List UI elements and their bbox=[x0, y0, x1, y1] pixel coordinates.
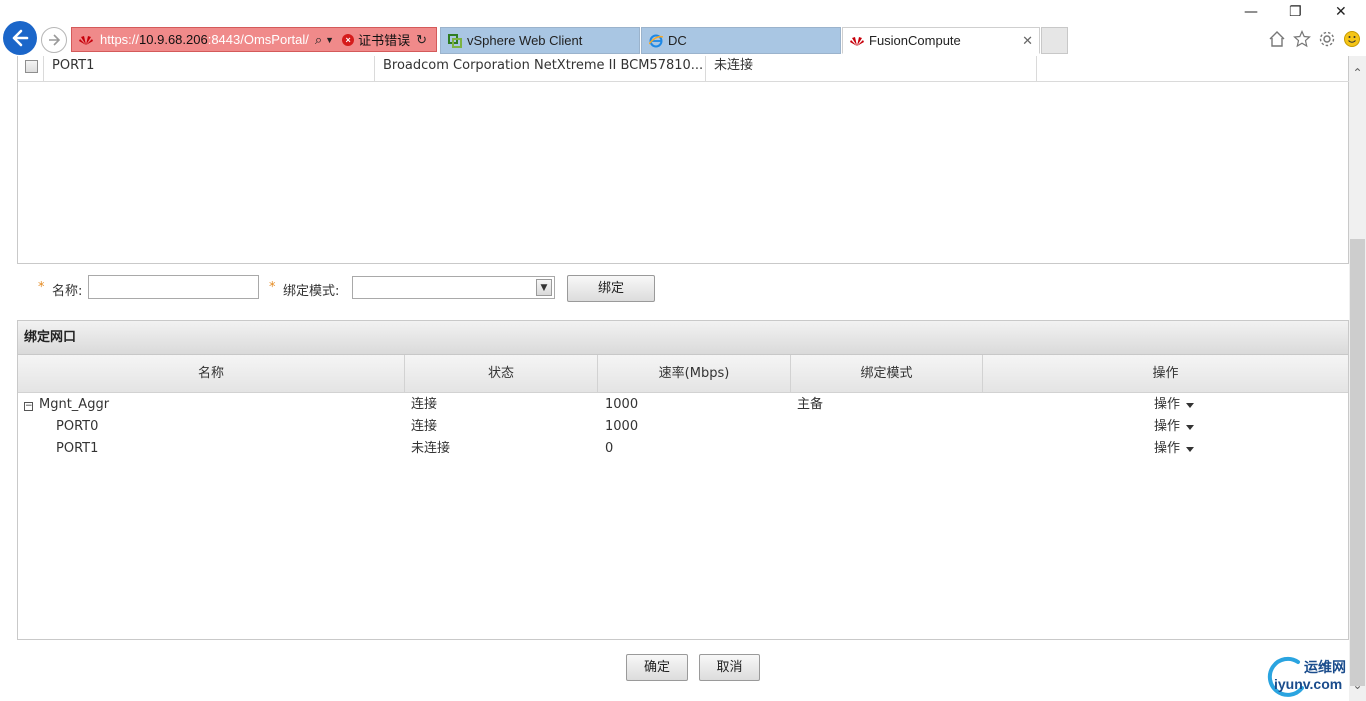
row-name: PORT1 bbox=[56, 441, 99, 456]
bind-mode-select[interactable]: ▼ bbox=[352, 276, 555, 299]
star-icon[interactable] bbox=[1292, 29, 1311, 48]
action-dropdown[interactable]: 操作 bbox=[1154, 416, 1195, 438]
port-name: PORT1 bbox=[44, 56, 375, 82]
vertical-scrollbar[interactable]: ⌃ ⌄ bbox=[1349, 56, 1366, 701]
action-dropdown[interactable]: 操作 bbox=[1154, 438, 1195, 460]
row-status: 连接 bbox=[411, 419, 438, 434]
bind-form: * 名称: * 绑定模式: ▼ 绑定 bbox=[17, 270, 1349, 306]
huawei-icon bbox=[849, 33, 865, 49]
column-header-bind-mode[interactable]: 绑定模式 bbox=[791, 355, 983, 393]
minimize-icon[interactable]: — bbox=[1244, 4, 1258, 20]
tab-vsphere[interactable]: vSphere Web Client bbox=[440, 27, 640, 54]
huawei-icon bbox=[76, 33, 96, 47]
panel-title: 绑定网口 bbox=[18, 321, 1348, 355]
watermark-logo: 运维网 iyunv.com bbox=[1262, 654, 1362, 698]
home-icon[interactable] bbox=[1267, 29, 1286, 48]
port-grid: PORT1 Broadcom Corporation NetXtreme II … bbox=[17, 56, 1349, 264]
arrow-left-icon bbox=[12, 29, 29, 47]
caret-down-icon bbox=[1186, 402, 1195, 408]
watermark-text: 运维网 bbox=[1304, 660, 1346, 676]
smiley-icon[interactable] bbox=[1342, 29, 1361, 48]
column-header-status[interactable]: 状态 bbox=[405, 355, 598, 393]
port-description: Broadcom Corporation NetXtreme II BCM578… bbox=[375, 56, 706, 82]
row-bind-mode: 主备 bbox=[797, 397, 824, 412]
chevron-down-icon[interactable]: ▼ bbox=[536, 279, 552, 296]
url-text: https://10.9.68.206:8443/OmsPortal/ bbox=[100, 32, 309, 47]
caret-down-icon bbox=[1186, 424, 1195, 430]
cert-error-badge[interactable]: × 证书错误 bbox=[342, 30, 410, 49]
refresh-icon[interactable]: ↻ bbox=[416, 32, 427, 48]
arrow-right-icon bbox=[49, 34, 61, 46]
tab-dc[interactable]: DC bbox=[641, 27, 841, 54]
watermark-url: iyunv.com bbox=[1274, 676, 1343, 692]
required-mark: * bbox=[38, 280, 45, 295]
address-bar[interactable]: https://10.9.68.206:8443/OmsPortal/ ⌕ ▼ … bbox=[71, 27, 437, 52]
row-status: 未连接 bbox=[411, 441, 451, 456]
restore-icon[interactable]: ❐ bbox=[1289, 4, 1302, 20]
new-tab-button[interactable] bbox=[1041, 27, 1068, 54]
scroll-up-icon[interactable]: ⌃ bbox=[1349, 66, 1366, 86]
vsphere-icon bbox=[447, 33, 463, 49]
browser-chrome: https://10.9.68.206:8443/OmsPortal/ ⌕ ▼ … bbox=[0, 0, 1366, 56]
cancel-button[interactable]: 取消 bbox=[699, 654, 760, 681]
column-header-name[interactable]: 名称 bbox=[18, 355, 405, 393]
bound-ports-panel: 绑定网口 名称 状态 速率(Mbps) 绑定模式 操作 − Mgnt_Aggr 连… bbox=[17, 320, 1349, 640]
column-header-action[interactable]: 操作 bbox=[983, 355, 1348, 393]
back-button[interactable] bbox=[3, 21, 37, 55]
forward-button[interactable] bbox=[41, 27, 67, 53]
port-status: 未连接 bbox=[706, 56, 1037, 82]
row-speed: 1000 bbox=[605, 397, 639, 412]
tab-fusioncompute[interactable]: FusionCompute ✕ bbox=[842, 27, 1040, 54]
required-mark: * bbox=[269, 280, 276, 295]
name-label: 名称: bbox=[52, 284, 83, 299]
row-name: PORT0 bbox=[56, 419, 99, 434]
close-tab-icon[interactable]: ✕ bbox=[1022, 33, 1033, 49]
search-icon[interactable]: ⌕ bbox=[315, 32, 322, 48]
caret-down-icon bbox=[1186, 446, 1195, 452]
bind-button[interactable]: 绑定 bbox=[567, 275, 655, 302]
scrollbar-thumb[interactable] bbox=[1350, 239, 1365, 686]
ok-button[interactable]: 确定 bbox=[626, 654, 688, 681]
gear-icon[interactable] bbox=[1317, 29, 1336, 48]
dropdown-arrow-icon[interactable]: ▼ bbox=[325, 35, 334, 45]
table-row[interactable]: PORT1 Broadcom Corporation NetXtreme II … bbox=[18, 56, 1349, 82]
table-row[interactable]: − Mgnt_Aggr 连接 1000 主备 操作 bbox=[18, 394, 1348, 416]
row-bind-mode bbox=[791, 416, 983, 438]
row-speed: 0 bbox=[605, 441, 614, 456]
ie-icon bbox=[648, 33, 664, 49]
table-row[interactable]: PORT0 连接 1000 操作 bbox=[18, 416, 1348, 438]
column-header-speed[interactable]: 速率(Mbps) bbox=[598, 355, 791, 393]
action-dropdown[interactable]: 操作 bbox=[1154, 394, 1195, 416]
collapse-icon[interactable]: − bbox=[24, 402, 33, 411]
error-icon: × bbox=[342, 33, 355, 46]
row-checkbox-cell bbox=[18, 56, 44, 82]
table-row[interactable]: PORT1 未连接 0 操作 bbox=[18, 438, 1348, 460]
row-bind-mode bbox=[791, 438, 983, 460]
row-checkbox[interactable] bbox=[25, 60, 38, 73]
table-header: 名称 状态 速率(Mbps) 绑定模式 操作 bbox=[18, 355, 1348, 393]
row-status: 连接 bbox=[411, 397, 438, 412]
name-input[interactable] bbox=[88, 275, 259, 299]
mode-label: 绑定模式: bbox=[283, 284, 340, 299]
row-speed: 1000 bbox=[605, 419, 639, 434]
row-name: Mgnt_Aggr bbox=[39, 397, 110, 412]
close-window-icon[interactable]: ✕ bbox=[1335, 4, 1347, 20]
